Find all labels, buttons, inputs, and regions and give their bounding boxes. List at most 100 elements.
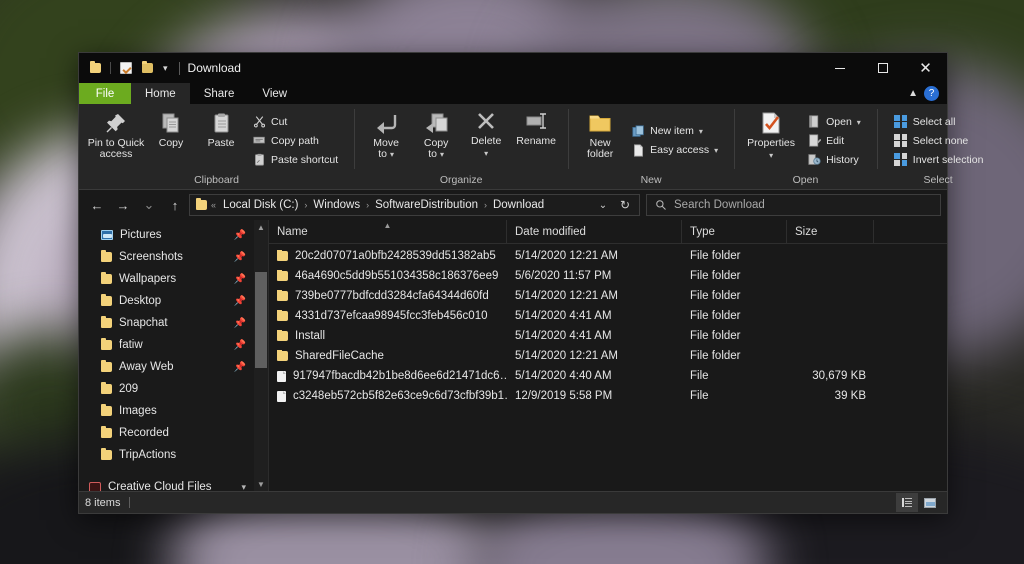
copy-path-icon xyxy=(252,134,266,148)
breadcrumb-item-local-disk[interactable]: Local Disk (C:) xyxy=(220,198,301,212)
chevron-down-icon[interactable]: ▾ xyxy=(241,482,246,492)
table-row[interactable]: 20c2d07071a0bfb2428539dd51382ab5 5/14/20… xyxy=(269,246,947,266)
column-header-name[interactable]: Name ▲ xyxy=(269,220,507,243)
easy-access-button[interactable]: Easy access ▾ xyxy=(629,141,723,160)
nav-item-images[interactable]: Images xyxy=(79,400,254,422)
back-button[interactable]: ← xyxy=(85,193,109,217)
copy-to-button[interactable]: Copy to ▾ xyxy=(411,107,461,172)
copy-path-button[interactable]: Copy path xyxy=(250,131,343,150)
maximize-button[interactable] xyxy=(861,53,904,83)
chevron-right-icon[interactable]: › xyxy=(304,200,307,210)
invert-selection-button[interactable]: Invert selection xyxy=(892,150,989,169)
chevron-down-icon[interactable]: ▾ xyxy=(857,118,861,127)
pin-to-quick-access-button[interactable]: Pin to Quick access xyxy=(86,107,146,172)
minimize-button[interactable] xyxy=(818,53,861,83)
tab-view[interactable]: View xyxy=(248,83,301,104)
file-date-cell: 12/9/2019 5:58 PM xyxy=(507,390,682,402)
move-to-button[interactable]: Move to ▾ xyxy=(361,107,411,172)
tab-home[interactable]: Home xyxy=(131,83,190,104)
column-header-size[interactable]: Size xyxy=(787,220,874,243)
properties-button[interactable]: Properties ▾ xyxy=(741,107,801,172)
table-row[interactable]: c3248eb572cb5f82e63ce9c6d73cfbf39b1… 12/… xyxy=(269,386,947,406)
large-icons-view-button[interactable] xyxy=(919,493,941,512)
new-folder-button[interactable]: New folder xyxy=(575,107,625,172)
scroll-up-button[interactable]: ▲ xyxy=(254,220,268,234)
checkbox-icon[interactable] xyxy=(117,59,135,77)
nav-item-wallpapers[interactable]: Wallpapers 📌 xyxy=(79,268,254,290)
copy-button[interactable]: Copy xyxy=(146,107,196,172)
nav-item-recorded[interactable]: Recorded xyxy=(79,422,254,444)
pin-icon[interactable]: 📌 xyxy=(234,274,246,285)
select-none-button[interactable]: Select none xyxy=(892,131,989,150)
scrollbar-thumb[interactable] xyxy=(255,272,267,368)
pin-icon[interactable]: 📌 xyxy=(234,362,246,373)
paste-shortcut-button[interactable]: Paste shortcut xyxy=(250,150,343,169)
select-all-button[interactable]: Select all xyxy=(892,112,989,131)
tab-file[interactable]: File xyxy=(79,83,131,104)
breadcrumb-item-windows[interactable]: Windows xyxy=(310,198,363,212)
chevron-down-icon[interactable]: ▾ xyxy=(769,150,773,161)
search-input[interactable]: Search Download xyxy=(646,194,941,216)
collapse-ribbon-icon[interactable]: ▲ xyxy=(908,88,918,99)
column-header-type[interactable]: Type xyxy=(682,220,787,243)
table-row[interactable]: 917947fbacdb42b1be8d6ee6d21471dc6… 5/14/… xyxy=(269,366,947,386)
pin-icon[interactable]: 📌 xyxy=(234,340,246,351)
pin-icon[interactable]: 📌 xyxy=(234,230,246,241)
nav-item-screenshots[interactable]: Screenshots 📌 xyxy=(79,246,254,268)
pin-icon[interactable]: 📌 xyxy=(234,296,246,307)
history-button[interactable]: History xyxy=(805,150,866,169)
folder-icon[interactable] xyxy=(86,59,104,77)
pin-icon[interactable]: 📌 xyxy=(234,252,246,263)
chevron-down-icon[interactable]: ▾ xyxy=(484,148,488,159)
forward-button[interactable]: → xyxy=(111,193,135,217)
tab-share[interactable]: Share xyxy=(190,83,249,104)
table-row[interactable]: SharedFileCache 5/14/2020 12:21 AM File … xyxy=(269,346,947,366)
nav-item-creative-cloud-files[interactable]: Creative Cloud Files ▾ xyxy=(79,476,254,491)
nav-item-label: Recorded xyxy=(119,427,169,439)
details-view-button[interactable] xyxy=(896,493,918,512)
delete-button[interactable]: Delete ▾ xyxy=(461,107,511,172)
chevron-right-icon[interactable]: › xyxy=(484,200,487,210)
pin-icon[interactable]: 📌 xyxy=(234,318,246,329)
breadcrumb-overflow-icon[interactable]: « xyxy=(211,200,216,210)
folder-icon[interactable] xyxy=(138,59,156,77)
table-row[interactable]: 4331d737efcaa98945fcc3feb456c010 5/14/20… xyxy=(269,306,947,326)
nav-item-pictures[interactable]: Pictures 📌 xyxy=(79,224,254,246)
close-button[interactable]: ✕ xyxy=(904,53,947,83)
breadcrumb-item-download[interactable]: Download xyxy=(490,198,547,212)
nav-item-tripactions[interactable]: TripActions xyxy=(79,444,254,466)
breadcrumb-item-softwaredistribution[interactable]: SoftwareDistribution xyxy=(372,198,481,212)
column-header-date-modified[interactable]: Date modified xyxy=(507,220,682,243)
column-header-label: Date modified xyxy=(515,226,586,238)
edit-button[interactable]: Edit xyxy=(805,131,866,150)
table-row[interactable]: 46a4690c5dd9b551034358c186376ee9 5/6/202… xyxy=(269,266,947,286)
navigation-scrollbar[interactable]: ▲ ▼ xyxy=(254,220,268,491)
chevron-down-icon[interactable]: ▾ xyxy=(159,64,172,73)
address-bar[interactable]: « Local Disk (C:) › Windows › SoftwareDi… xyxy=(189,194,640,216)
refresh-icon[interactable]: ↻ xyxy=(615,195,635,215)
new-item-button[interactable]: New item ▾ xyxy=(629,122,723,141)
chevron-down-icon[interactable]: ▾ xyxy=(714,146,718,155)
chevron-down-icon[interactable]: ▾ xyxy=(699,127,703,136)
cut-button[interactable]: Cut xyxy=(250,112,343,131)
nav-item-away-web[interactable]: Away Web 📌 xyxy=(79,356,254,378)
navigation-list: Pictures 📌 Screenshots 📌 Wallpapers 📌 xyxy=(79,220,254,491)
open-button[interactable]: Open ▾ xyxy=(805,112,866,131)
up-button[interactable]: ↑ xyxy=(163,193,187,217)
rename-button[interactable]: Rename xyxy=(511,107,561,172)
chevron-down-icon[interactable]: ▾ xyxy=(440,150,444,159)
nav-item-snapchat[interactable]: Snapchat 📌 xyxy=(79,312,254,334)
address-dropdown-icon[interactable]: ⌄ xyxy=(593,195,613,215)
scroll-down-button[interactable]: ▼ xyxy=(254,477,268,491)
chevron-right-icon[interactable]: › xyxy=(366,200,369,210)
scrollbar-track[interactable] xyxy=(254,234,268,477)
paste-button[interactable]: Paste xyxy=(196,107,246,172)
help-button[interactable]: ? xyxy=(924,86,939,101)
recent-locations-button[interactable]: ⌄ xyxy=(137,193,161,217)
chevron-down-icon[interactable]: ▾ xyxy=(390,150,394,159)
nav-item-fatiw[interactable]: fatiw 📌 xyxy=(79,334,254,356)
nav-item-209[interactable]: 209 xyxy=(79,378,254,400)
table-row[interactable]: 739be0777bdfcdd3284cfa64344d60fd 5/14/20… xyxy=(269,286,947,306)
nav-item-desktop[interactable]: Desktop 📌 xyxy=(79,290,254,312)
table-row[interactable]: Install 5/14/2020 4:41 AM File folder xyxy=(269,326,947,346)
